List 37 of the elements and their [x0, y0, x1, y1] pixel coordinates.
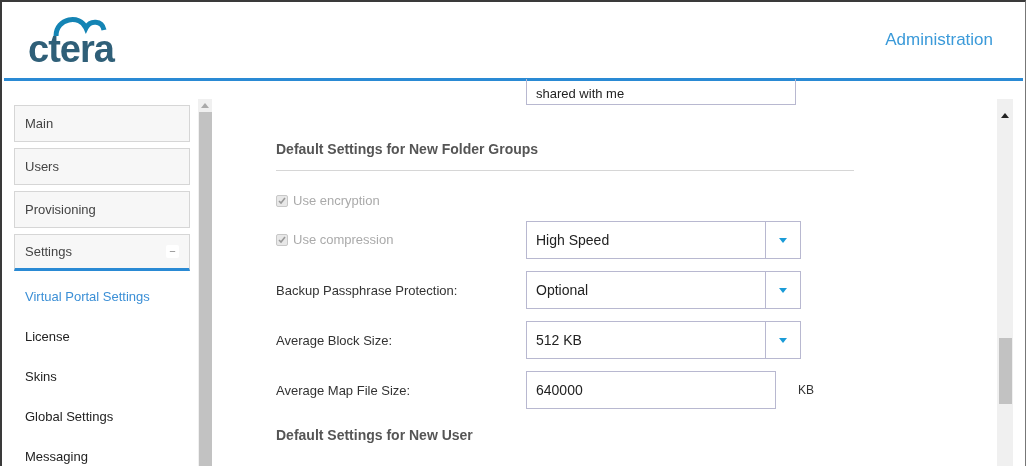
dropdown-value: Optional: [535, 280, 590, 300]
checkbox-label: Use encryption: [293, 192, 380, 211]
caret-icon: [779, 287, 787, 293]
field-label: Average Map File Size:: [276, 383, 411, 398]
section-heading: Default Settings for New Folder Groups: [276, 140, 540, 159]
sidebar-panel-label: Settings: [25, 242, 72, 261]
field-label: Backup Passphrase Protection:: [276, 283, 458, 298]
checkbox-label: Use compression: [293, 231, 394, 250]
scroll-thumb[interactable]: [998, 338, 1012, 404]
field-label: Average Block Size:: [276, 333, 393, 348]
collapse-button[interactable]: −: [166, 245, 179, 258]
sidebar-panel-label: Users: [25, 157, 59, 176]
sidebar-panel[interactable]: Provisioning: [14, 191, 190, 228]
dropdown[interactable]: 512 KB: [526, 321, 801, 359]
dropdown-value: High Speed: [535, 230, 611, 250]
text-field[interactable]: shared with me: [526, 79, 796, 105]
sidebar-panel-label: Main: [25, 114, 54, 133]
logo: ctera: [28, 14, 118, 68]
content-scrollbar[interactable]: [997, 99, 1013, 466]
caret-icon: [779, 337, 787, 343]
section-heading: Default Settings for New User: [276, 426, 474, 445]
sidebar-panel[interactable]: Users: [14, 148, 190, 185]
sidebar-link[interactable]: Virtual Portal Settings: [14, 277, 190, 317]
unit-label: KB: [798, 382, 814, 399]
sidebar-link[interactable]: Skins: [14, 357, 190, 397]
scroll-up-icon[interactable]: [1001, 113, 1009, 118]
caret-icon: [779, 237, 787, 243]
dropdown[interactable]: Optional: [526, 271, 801, 309]
sidebar-link[interactable]: Global Settings: [14, 397, 190, 437]
sidebar-panel[interactable]: Settings −: [14, 234, 190, 271]
text-field[interactable]: 640000: [526, 371, 776, 409]
sidebar-panel-label: Provisioning: [25, 200, 96, 219]
page-title: Administration: [885, 28, 993, 51]
dropdown-value: 512 KB: [535, 330, 583, 350]
sidebar-link[interactable]: Messaging: [14, 437, 190, 466]
sidebar-panel[interactable]: Main: [14, 105, 190, 142]
sidebar-link[interactable]: License: [14, 317, 190, 357]
